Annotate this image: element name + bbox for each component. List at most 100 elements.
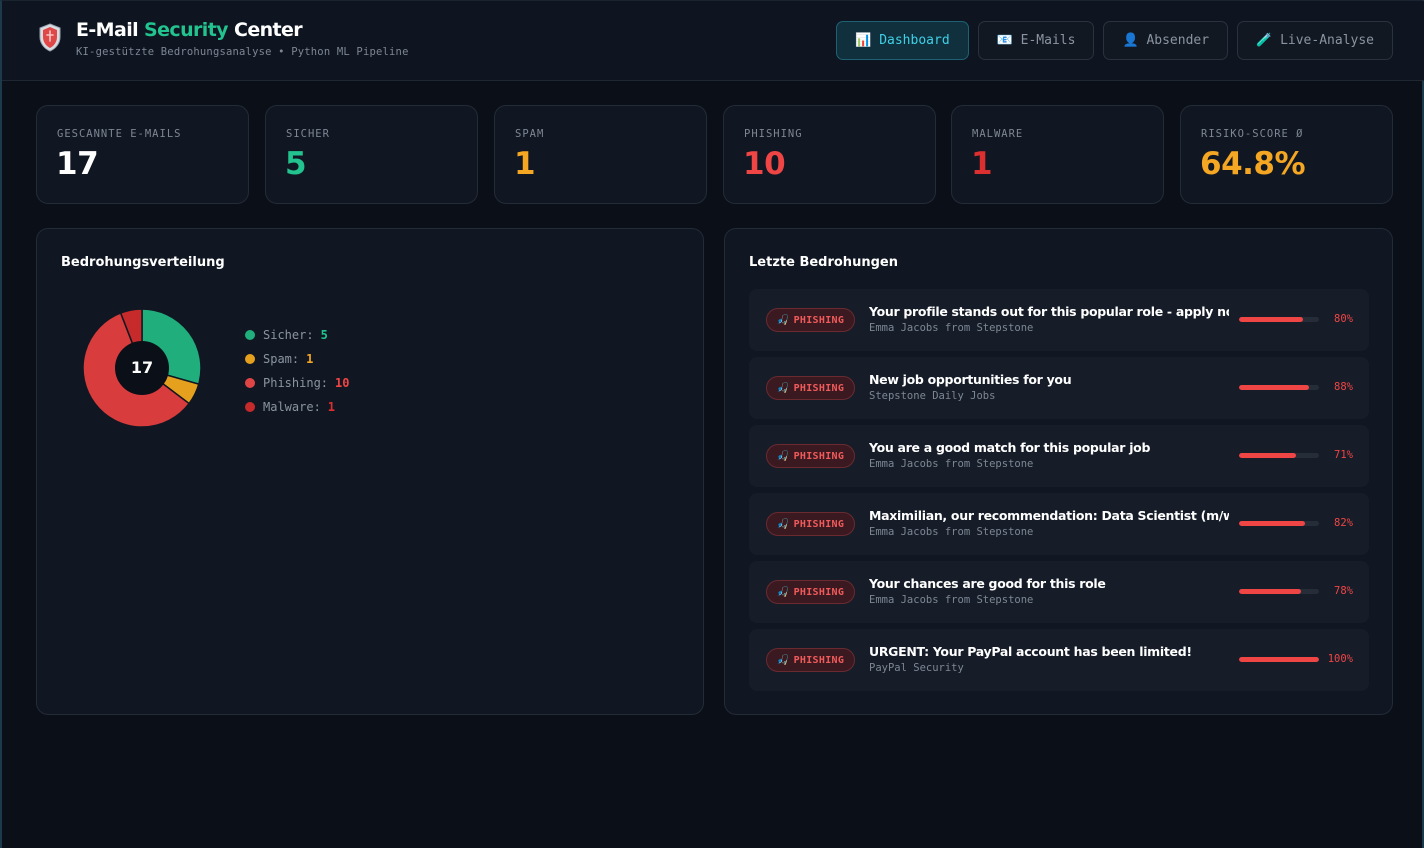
badge-label: PHISHING: [793, 586, 845, 598]
stat-card-spam: SPAM 1: [494, 105, 707, 204]
app-subtitle: KI-gestützte Bedrohungsanalyse • Python …: [76, 46, 409, 58]
fishing-icon: 🎣: [776, 314, 790, 326]
legend-value: 1: [306, 352, 314, 366]
risk-percent: 78%: [1334, 585, 1353, 597]
nav-label: Dashboard: [879, 33, 950, 48]
nav-label: Absender: [1146, 33, 1210, 48]
threat-subject: You are a good match for this popular jo…: [869, 440, 1151, 455]
app-title: E-Mail Security Center: [76, 19, 303, 41]
threat-subject: New job opportunities for you: [869, 372, 1072, 387]
nav-emails-button[interactable]: 📧 E-Mails: [977, 21, 1095, 60]
stat-label: PHISHING: [744, 128, 803, 140]
title-accent: Security: [144, 19, 229, 41]
threat-row[interactable]: 🎣 PHISHING Maximilian, our recommendation:…: [749, 493, 1369, 555]
stat-label: RISIKO-SCORE Ø: [1201, 128, 1304, 140]
threat-subject: URGENT: Your PayPal account has been lim…: [869, 644, 1192, 659]
risk-bar-fill: [1239, 521, 1305, 526]
badge-label: PHISHING: [793, 450, 845, 462]
title-part-2: Center: [233, 19, 303, 41]
threat-row[interactable]: 🎣 PHISHING URGENT: Your PayPal account has…: [749, 629, 1369, 691]
legend-value: 5: [320, 328, 328, 342]
risk-bar: [1239, 589, 1319, 594]
risk-bar-fill: [1239, 385, 1310, 390]
stat-value: 1: [514, 146, 536, 182]
threat-badge: 🎣 PHISHING: [766, 444, 855, 468]
chart-icon: 📊: [855, 33, 872, 48]
app-window: E-Mail Security Center KI-gestützte Bedr…: [0, 0, 1424, 848]
legend-label: Phishing:: [263, 376, 329, 390]
stat-card-safe: SICHER 5: [265, 105, 478, 204]
nav-dashboard-button[interactable]: 📊 Dashboard: [836, 21, 969, 60]
stat-card-phishing: PHISHING 10: [723, 105, 936, 204]
stat-label: MALWARE: [972, 128, 1024, 140]
legend-value: 10: [335, 376, 350, 390]
threat-sender: Emma Jacobs from Stepstone: [869, 594, 1034, 606]
fishing-icon: 🎣: [776, 518, 790, 530]
legend-item-malware: Malware: 1: [245, 395, 349, 419]
fishing-icon: 🎣: [776, 586, 790, 598]
main-nav: 📊 Dashboard 📧 E-Mails 👤 Absender 🧪 Live-…: [836, 21, 1393, 60]
fishing-icon: 🎣: [776, 382, 790, 394]
threat-sender: Emma Jacobs from Stepstone: [869, 526, 1034, 538]
legend-label: Malware:: [263, 400, 321, 414]
stat-value: 10: [743, 146, 786, 182]
email-icon: 📧: [996, 33, 1013, 48]
threat-subject: Your chances are good for this role: [869, 576, 1106, 591]
threat-subject: Maximilian, our recommendation: Data Sci…: [869, 508, 1229, 523]
donut-total: 17: [131, 358, 153, 377]
distribution-panel: Bedrohungsverteilung 17 Sicher: 5 Spam: …: [36, 228, 704, 715]
threat-row[interactable]: 🎣 PHISHING New job opportunities for you St…: [749, 357, 1369, 419]
risk-bar-fill: [1239, 657, 1319, 662]
risk-bar: [1239, 453, 1319, 458]
badge-label: PHISHING: [793, 518, 845, 530]
legend-dot: [245, 378, 255, 388]
nav-live-analysis-button[interactable]: 🧪 Live-Analyse: [1237, 21, 1393, 60]
panel-title: Letzte Bedrohungen: [749, 255, 898, 270]
risk-bar-fill: [1239, 317, 1303, 322]
risk-bar: [1239, 385, 1319, 390]
stat-label: SPAM: [515, 128, 545, 140]
threat-badge: 🎣 PHISHING: [766, 512, 855, 536]
legend-item-spam: Spam: 1: [245, 347, 349, 371]
stat-label: GESCANNTE E-MAILS: [57, 128, 182, 140]
threat-badge: 🎣 PHISHING: [766, 308, 855, 332]
threat-row[interactable]: 🎣 PHISHING Your profile stands out for thi…: [749, 289, 1369, 351]
legend-label: Sicher:: [263, 328, 314, 342]
threat-subject: Your profile stands out for this popular…: [869, 304, 1229, 319]
risk-bar: [1239, 317, 1319, 322]
threat-badge: 🎣 PHISHING: [766, 376, 855, 400]
threat-sender: Emma Jacobs from Stepstone: [869, 322, 1034, 334]
title-part-1: E-Mail: [76, 19, 139, 41]
stat-card-risk-score: RISIKO-SCORE Ø 64.8%: [1180, 105, 1393, 204]
stat-value: 17: [56, 146, 99, 182]
stat-value: 5: [285, 146, 307, 182]
threat-row[interactable]: 🎣 PHISHING Your chances are good for this …: [749, 561, 1369, 623]
legend-dot: [245, 354, 255, 364]
fishing-icon: 🎣: [776, 450, 790, 462]
legend-dot: [245, 330, 255, 340]
threat-sender: PayPal Security: [869, 662, 964, 674]
legend-item-safe: Sicher: 5: [245, 323, 349, 347]
risk-percent: 82%: [1334, 517, 1353, 529]
test-tube-icon: 🧪: [1256, 33, 1273, 48]
legend-item-phishing: Phishing: 10: [245, 371, 349, 395]
risk-bar-fill: [1239, 453, 1296, 458]
stat-value: 1: [971, 146, 993, 182]
distribution-legend: Sicher: 5 Spam: 1 Phishing: 10 Malware: …: [245, 323, 349, 419]
risk-bar: [1239, 657, 1319, 662]
threat-sender: Emma Jacobs from Stepstone: [869, 458, 1034, 470]
fishing-icon: 🎣: [776, 654, 790, 666]
nav-senders-button[interactable]: 👤 Absender: [1103, 21, 1229, 60]
threat-row[interactable]: 🎣 PHISHING You are a good match for this p…: [749, 425, 1369, 487]
badge-label: PHISHING: [793, 654, 845, 666]
risk-percent: 100%: [1327, 653, 1353, 665]
donut-chart: 17: [82, 308, 202, 428]
top-header: E-Mail Security Center KI-gestützte Bedr…: [2, 1, 1424, 81]
badge-label: PHISHING: [793, 314, 845, 326]
user-icon: 👤: [1122, 33, 1139, 48]
legend-label: Spam:: [263, 352, 300, 366]
shield-icon: [38, 23, 62, 53]
threat-badge: 🎣 PHISHING: [766, 648, 855, 672]
nav-label: Live-Analyse: [1280, 33, 1374, 48]
panel-title: Bedrohungsverteilung: [61, 255, 225, 270]
